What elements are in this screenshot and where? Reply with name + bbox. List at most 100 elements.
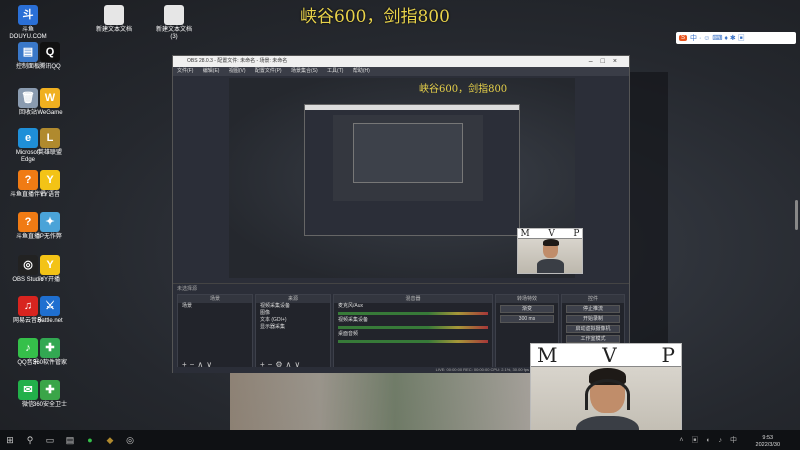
transition-duration[interactable]: 300 ms	[500, 315, 554, 323]
desktop-icon-label: 斗鱼 DOUYU.COM	[9, 27, 47, 40]
obs-taskbar-icon[interactable]: ◎	[120, 430, 140, 450]
start-recording-button[interactable]: 开始录制	[566, 315, 620, 323]
controls-header: 控件	[562, 295, 624, 303]
stop-streaming-button[interactable]: 停止推流	[566, 305, 620, 313]
scene-item[interactable]: 场景	[178, 303, 252, 310]
minimize-icon[interactable]: –	[589, 58, 601, 65]
scenes-header: 场景	[178, 295, 252, 303]
battlenet-icon: ⚔	[40, 296, 60, 316]
preview-desktop-capture: 峡谷600，剑指800 M V P	[229, 78, 583, 278]
preview-overlay-title: 峡谷600，剑指800	[419, 84, 508, 95]
desktop-icon[interactable]: ⚔ Battle.net	[26, 296, 74, 325]
transition-select[interactable]: 渐变	[500, 305, 554, 313]
menu-help[interactable]: 帮助(H)	[353, 68, 370, 74]
yy-live-icon: Y	[40, 255, 60, 275]
desktop-icon-label: 新建文本文档 (3)	[155, 27, 192, 40]
obs-window-title: OBS 28.0.3 - 配置文件: 未命名 - 场景: 未命名	[187, 58, 288, 64]
desktop-icon[interactable]: 新建文本文档 (3)	[150, 5, 198, 41]
desktop-icon[interactable]: 新建文本文档	[90, 5, 138, 34]
menu-edit[interactable]: 编辑(E)	[203, 68, 220, 74]
close-icon[interactable]: ×	[613, 58, 625, 65]
desktop-icon[interactable]: ✦ IP无作弊	[26, 212, 74, 241]
mixer-meter[interactable]	[338, 312, 488, 315]
streamer	[537, 239, 565, 273]
input-method-toolbar[interactable]: S 中 · ☺ ⌨ ♦ ✱ ▣	[676, 32, 796, 44]
desktop-icon[interactable]: ✚ 360安全卫士	[26, 380, 74, 409]
scrollbar[interactable]	[795, 200, 798, 230]
desktop-icon-label: 360安全卫士	[32, 402, 67, 408]
source-item[interactable]: 视频采集设备	[256, 303, 330, 310]
desktop-icon-label: YY语音	[39, 192, 60, 198]
wegame-icon: W	[40, 88, 60, 108]
mixer-meter[interactable]	[338, 340, 488, 343]
search-icon[interactable]: ⚲	[20, 430, 40, 450]
preview-webcam: M V P	[517, 228, 583, 274]
desktop-icon-label: 360软件管家	[32, 360, 67, 366]
start-virtual-camera-button[interactable]: 启动虚拟摄像机	[566, 325, 620, 333]
whiteboard-letter: M	[537, 343, 558, 367]
douyu-logo-icon: 斗	[18, 5, 38, 25]
desktop-icon[interactable]: Y YY开播	[26, 255, 74, 284]
studio-mode-button[interactable]: 工作室模式	[566, 335, 620, 343]
nested-titlebar	[305, 105, 519, 110]
whiteboard-letter: V	[602, 343, 617, 367]
headset	[584, 379, 631, 411]
sogou-ime-icon[interactable]: S	[679, 35, 688, 41]
system-tray-icons[interactable]: ˄ ▣ ◐ ♪ 中	[679, 435, 740, 445]
lol-taskbar-icon[interactable]: ◆	[100, 430, 120, 450]
menu-view[interactable]: 视图(V)	[229, 68, 246, 74]
taskbar: ⊞ ⚲ ▭ ▤ ● ◆ ◎ ˄ ▣ ◐ ♪ 中 9:53 2022/3/30	[0, 430, 800, 450]
mixer-dock: 混音器 麦克风/Aux 视频采集设备 桌面音频	[333, 294, 493, 372]
ip-tool-icon: ✦	[40, 212, 60, 232]
ime-toolbar-icons[interactable]: 中 · ☺ ⌨ ♦ ✱ ▣	[690, 33, 745, 43]
sources-header: 来源	[256, 295, 330, 303]
taskbar-clock[interactable]: 9:53 2022/3/30	[756, 435, 780, 449]
whiteboard-letter: V	[548, 229, 555, 239]
task-view-icon[interactable]: ▭	[40, 430, 60, 450]
mixer-header: 混音器	[334, 295, 492, 303]
yy-icon: Y	[40, 170, 60, 190]
mixer-meter[interactable]	[338, 326, 488, 329]
whiteboard-letter: P	[573, 229, 580, 239]
desktop: 峡谷600，剑指800 斗斗鱼 DOUYU.COM 新建文本文档 新建文本文档 (3…	[0, 0, 800, 450]
desktop-icon[interactable]: Q 腾讯QQ	[26, 42, 74, 71]
game-client-sidebar	[628, 72, 668, 362]
whiteboard: M V P	[518, 229, 582, 239]
clock-date: 2022/3/30	[755, 442, 780, 448]
maximize-icon[interactable]: □	[601, 58, 613, 65]
desktop-icon[interactable]: 斗斗鱼 DOUYU.COM	[4, 5, 52, 41]
whiteboard-letter: P	[661, 343, 675, 367]
desktop-icon[interactable]: L 英雄联盟	[26, 128, 74, 157]
window-controls[interactable]: –□×	[589, 56, 625, 67]
desktop-icon[interactable]: Y YY语音	[26, 170, 74, 199]
qq-icon: Q	[40, 42, 60, 62]
360-security-icon: ✚	[40, 380, 60, 400]
nested-obs-capture	[304, 104, 520, 236]
source-item[interactable]: 文本 (GDI+)	[256, 317, 330, 324]
obs-titlebar[interactable]: OBS 28.0.3 - 配置文件: 未命名 - 场景: 未命名 –□×	[173, 56, 629, 67]
desktop-icon-label: 英雄联盟	[37, 150, 62, 156]
file-explorer-icon[interactable]: ▤	[60, 430, 80, 450]
desktop-icon-label: 腾讯QQ	[39, 64, 61, 70]
whiteboard-letter: M	[520, 229, 530, 239]
360-manager-icon: ✚	[40, 338, 60, 358]
obs-window[interactable]: OBS 28.0.3 - 配置文件: 未命名 - 场景: 未命名 –□× 文件(…	[172, 55, 630, 373]
menu-tools[interactable]: 工具(T)	[327, 68, 343, 74]
qq-music-taskbar-icon[interactable]: ●	[80, 430, 100, 450]
text-file-icon	[164, 5, 184, 25]
nested-obs-capture-2	[353, 123, 463, 183]
start-icon[interactable]: ⊞	[0, 430, 20, 450]
obs-menubar: 文件(F) 编辑(E) 视图(V) 配置文件(P) 场景集合(S) 工具(T) …	[173, 67, 629, 76]
menu-profile[interactable]: 配置文件(P)	[255, 68, 282, 74]
desktop-icon-label: IP无作弊	[38, 234, 62, 240]
obs-preview[interactable]: 峡谷600，剑指800 M V P	[229, 78, 583, 278]
menu-scene-collection[interactable]: 场景集合(S)	[291, 68, 318, 74]
desktop-icon[interactable]: W WeGame	[26, 88, 74, 117]
menu-file[interactable]: 文件(F)	[177, 68, 193, 74]
source-item[interactable]: 图像	[256, 310, 330, 317]
desktop-icon[interactable]: ✚ 360软件管家	[26, 338, 74, 367]
desktop-icon-label: 新建文本文档	[95, 27, 132, 33]
source-item[interactable]: 显示器采集	[256, 324, 330, 331]
scenes-dock: 场景 场景 +−∧∨	[177, 294, 253, 372]
sources-dock: 来源 视频采集设备 图像 文本 (GDI+) 显示器采集 +−⚙∧∨	[255, 294, 331, 372]
